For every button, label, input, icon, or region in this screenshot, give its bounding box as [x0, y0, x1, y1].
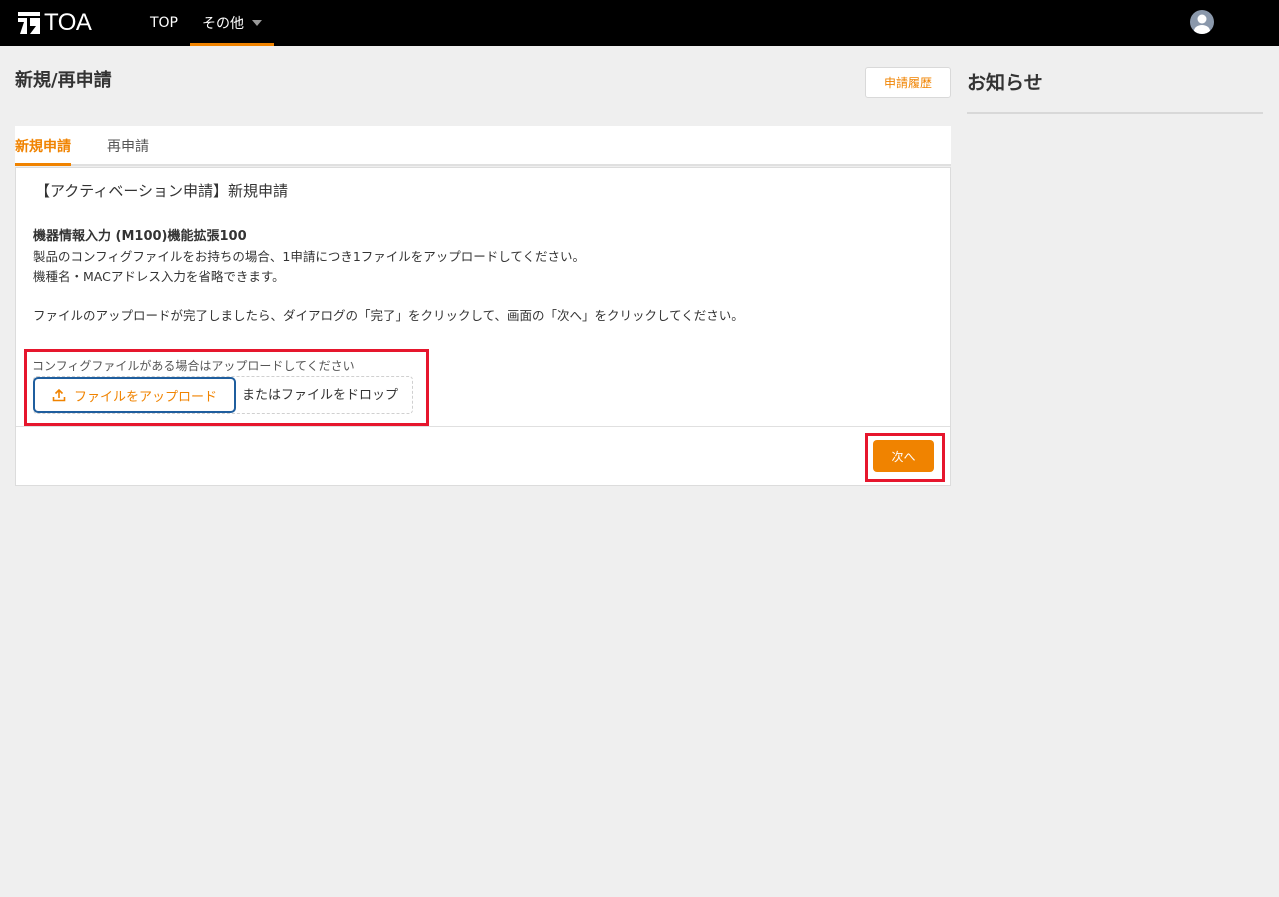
section-heading: 機器情報入力 (M100)機能拡張100: [33, 229, 247, 244]
caret-down-icon: [252, 20, 262, 26]
top-navbar: TOA TOP その他: [0, 0, 1279, 46]
news-divider: [967, 112, 1263, 114]
logo-text: TOA: [44, 9, 92, 36]
description-line-2: 機種名・MACアドレス入力を省略できます。: [33, 269, 285, 284]
upload-file-button[interactable]: ファイルをアップロード: [33, 377, 236, 413]
toa-logo[interactable]: TOA: [18, 9, 92, 36]
page-title: 新規/再申請: [15, 70, 112, 91]
upload-label: コンフィグファイルがある場合はアップロードしてください: [32, 359, 355, 373]
nav-other-label: その他: [202, 16, 244, 32]
tab-new-application[interactable]: 新規申請: [15, 126, 71, 166]
toa-logo-icon: [18, 12, 40, 34]
tab-reapplication[interactable]: 再申請: [107, 126, 149, 166]
nav-top[interactable]: TOP: [140, 0, 188, 46]
footer-divider: [16, 426, 950, 427]
upload-icon: [52, 388, 66, 402]
upload-button-label: ファイルをアップロード: [73, 389, 217, 405]
application-form-card: 【アクティベーション申請】新規申請 機器情報入力 (M100)機能拡張100 製…: [15, 167, 951, 486]
application-history-button[interactable]: 申請履歴: [865, 67, 951, 98]
next-button[interactable]: 次へ: [873, 440, 934, 472]
application-tabs: 新規申請 再申請: [15, 126, 951, 166]
nav-other-dropdown[interactable]: その他: [190, 0, 274, 46]
description-line-3: ファイルのアップロードが完了しましたら、ダイアログの「完了」をクリックして、画面…: [33, 308, 744, 323]
form-title: 【アクティベーション申請】新規申請: [35, 182, 289, 200]
description-line-1: 製品のコンフィグファイルをお持ちの場合、1申請につき1ファイルをアップロードして…: [33, 249, 586, 264]
user-avatar-icon[interactable]: [1190, 10, 1214, 34]
form-description: 機器情報入力 (M100)機能拡張100 製品のコンフィグファイルをお持ちの場合…: [33, 227, 923, 326]
drop-text: またはファイルをドロップ: [242, 388, 399, 403]
news-title: お知らせ: [967, 72, 1043, 94]
nav-top-label: TOP: [149, 15, 178, 31]
